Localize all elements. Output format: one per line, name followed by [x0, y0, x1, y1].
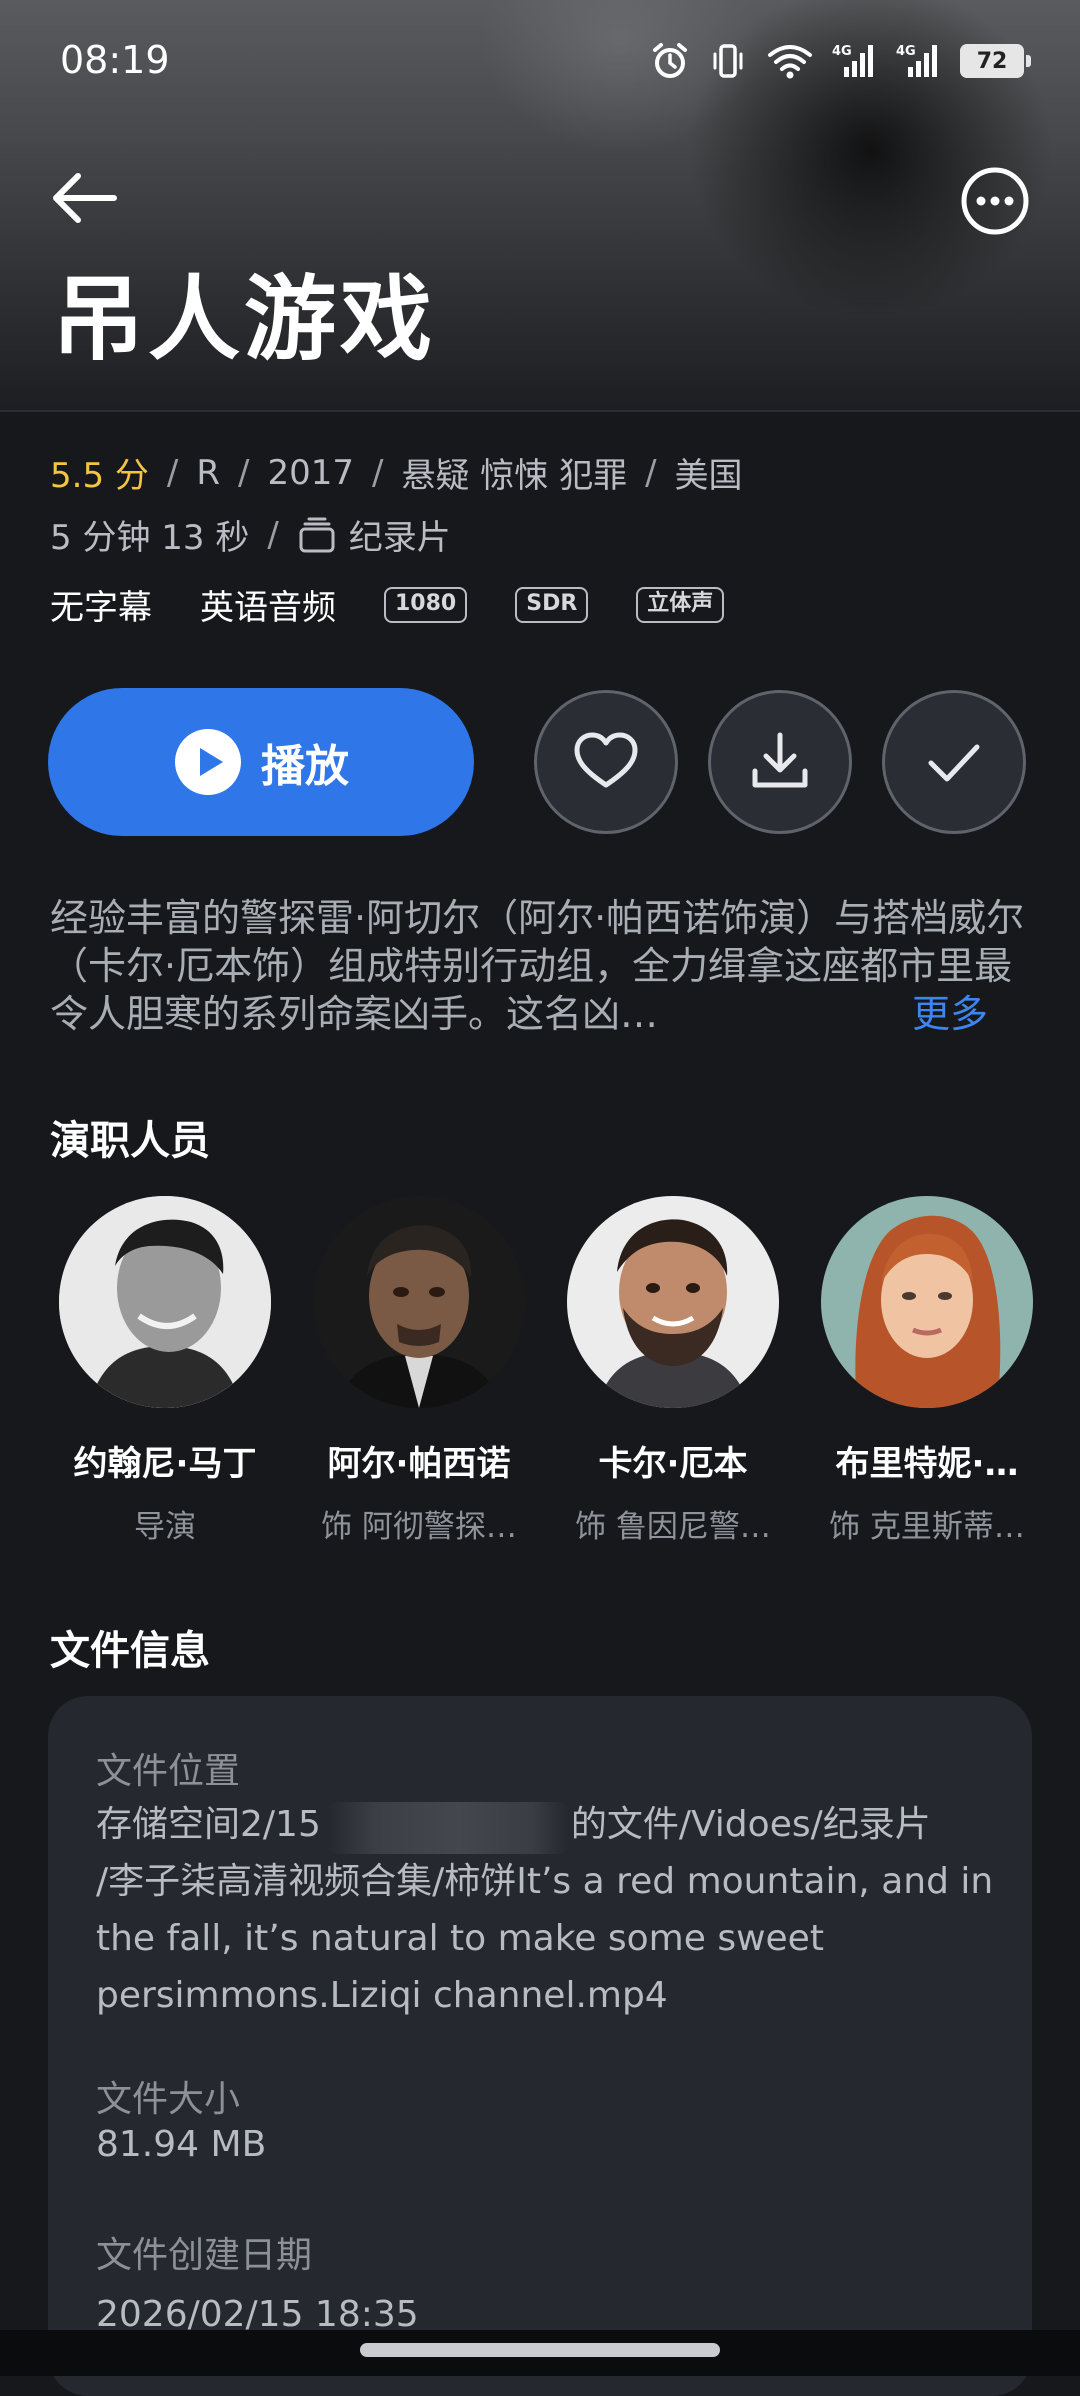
- file-info-card: 文件位置 存储空间2/15 的文件/Vidoes/纪录片 /李子柒高清视频合集/柿…: [48, 1696, 1032, 2396]
- status-bar: 08:19 4G 4G 72: [0, 0, 1080, 120]
- release-year: 2017: [267, 452, 354, 493]
- cast-member[interactable]: 约翰尼·马丁 导演: [50, 1196, 280, 1546]
- library-stack-icon: [299, 517, 335, 552]
- duration: 5 分钟 13 秒: [50, 518, 250, 558]
- file-location-line1: 存储空间2/15: [96, 1804, 321, 1845]
- status-icons: 4G 4G 72: [650, 36, 1031, 86]
- vibrate-icon: [713, 44, 743, 78]
- play-button[interactable]: 播放: [48, 688, 474, 836]
- separator: /: [267, 514, 279, 555]
- more-horizontal-icon: [961, 167, 1029, 235]
- cast-name: 阿尔·帕西诺: [327, 1444, 511, 1484]
- avatar: [313, 1196, 525, 1408]
- cast-member[interactable]: 阿尔·帕西诺 饰 阿彻警探…: [304, 1196, 534, 1546]
- more-options-button[interactable]: [960, 166, 1030, 236]
- file-date-label: 文件创建日期: [96, 2235, 313, 2276]
- back-button[interactable]: [48, 168, 120, 228]
- file-location-label: 文件位置: [96, 1751, 241, 1792]
- cast-section-title: 演职人员: [50, 1118, 210, 1164]
- favorite-button[interactable]: [534, 690, 678, 834]
- separator: /: [237, 452, 250, 493]
- cast-role: 饰 阿彻警探…: [321, 1509, 517, 1545]
- heart-icon: [574, 732, 638, 788]
- svg-text:4G: 4G: [832, 44, 852, 59]
- mark-watched-button[interactable]: [882, 690, 1026, 834]
- avatar: [821, 1196, 1033, 1408]
- alarm-icon: [653, 43, 687, 78]
- redaction-blur: [328, 1802, 568, 1854]
- cast-role: 饰 克里斯蒂…: [829, 1509, 1025, 1545]
- avatar: [59, 1196, 271, 1408]
- cast-name: 布里特妮·…: [835, 1444, 1019, 1484]
- rating-score: 5.5 分: [50, 456, 149, 496]
- page-title: 吊人游戏: [52, 266, 437, 373]
- avatar: [567, 1196, 779, 1408]
- cast-name: 卡尔·厄本: [598, 1444, 748, 1484]
- description: 经验丰富的警探雷·阿切尔（阿尔·帕西诺饰演）与搭档威尔（卡尔·厄本饰）组成特别行…: [50, 894, 1035, 1038]
- play-icon: [175, 729, 241, 795]
- svg-text:4G: 4G: [896, 44, 916, 59]
- download-button[interactable]: [708, 690, 852, 834]
- subtitle-tag: 无字幕: [50, 588, 152, 628]
- download-icon: [752, 732, 808, 788]
- cast-name: 约翰尼·马丁: [73, 1444, 257, 1484]
- more-link[interactable]: 更多: [912, 990, 988, 1038]
- country: 美国: [674, 456, 743, 496]
- description-text: 经验丰富的警探雷·阿切尔（阿尔·帕西诺饰演）与搭档威尔（卡尔·厄本饰）组成特别行…: [50, 896, 1025, 1036]
- resolution-badge: 1080: [384, 586, 468, 623]
- cast-member[interactable]: 布里特妮·… 饰 克里斯蒂…: [812, 1196, 1042, 1546]
- file-location-rest: /李子柒高清视频合集/柿饼It’s a red mountain, and in…: [96, 1861, 994, 2016]
- dynamic-range-badge: SDR: [515, 586, 589, 623]
- category: 纪录片: [348, 518, 451, 558]
- meta-duration-row: 5 分钟 13 秒 / 纪录片: [50, 510, 451, 559]
- separator: /: [166, 452, 179, 493]
- file-size-label: 文件大小: [96, 2079, 241, 2120]
- cast-role: 导演: [134, 1509, 196, 1545]
- signal-4g-icon: 4G: [896, 44, 937, 77]
- file-location-line1-end: 的文件/Vidoes/纪录片: [570, 1804, 931, 1845]
- file-size-value: 81.94 MB: [96, 2124, 267, 2165]
- arrow-left-icon: [53, 173, 117, 223]
- separator: /: [371, 452, 384, 493]
- media-tags-row: 无字幕 英语音频 1080 SDR 立体声: [50, 580, 772, 629]
- separator: /: [645, 452, 657, 493]
- wifi-icon: [768, 45, 812, 79]
- status-time: 08:19: [60, 38, 170, 82]
- hero-divider: [0, 410, 1080, 412]
- meta-info-row: 5.5 分 / R / 2017 / 悬疑 惊悚 犯罪 / 美国: [50, 448, 743, 497]
- content-rating: R: [196, 452, 220, 493]
- audio-tag: 英语音频: [200, 588, 336, 628]
- cast-member[interactable]: 卡尔·厄本 饰 鲁因尼警…: [558, 1196, 788, 1546]
- file-info-title: 文件信息: [50, 1628, 210, 1674]
- audio-channel-badge: 立体声: [636, 586, 725, 623]
- genres: 悬疑 惊悚 犯罪: [401, 456, 628, 496]
- battery-icon: 72: [960, 44, 1031, 78]
- signal-4g-icon: 4G: [832, 44, 873, 77]
- check-icon: [928, 744, 980, 782]
- cast-role: 饰 鲁因尼警…: [575, 1509, 771, 1545]
- battery-level: 72: [976, 48, 1008, 74]
- play-button-label: 播放: [261, 741, 349, 792]
- home-indicator[interactable]: [360, 2343, 720, 2357]
